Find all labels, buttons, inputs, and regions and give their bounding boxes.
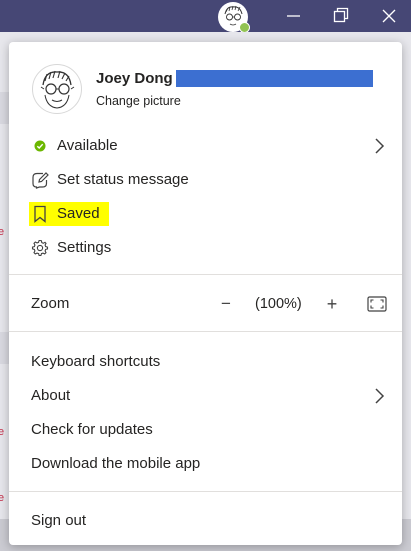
redaction-bar (176, 70, 373, 87)
close-button[interactable] (379, 6, 399, 26)
gear-icon (31, 239, 49, 257)
zoom-in-button[interactable]: + (321, 293, 343, 315)
close-icon (382, 9, 396, 23)
background-text-fragment: e (0, 426, 5, 438)
minimize-button[interactable] (284, 6, 304, 26)
check-for-updates-label: Check for updates (31, 421, 153, 438)
zoom-row: Zoom − (100%) + (9, 289, 402, 319)
chevron-right-icon (372, 387, 386, 405)
profile-picture[interactable] (32, 64, 82, 114)
menu-divider (9, 331, 402, 332)
keyboard-shortcuts-row[interactable]: Keyboard shortcuts (9, 347, 402, 377)
sign-out-row[interactable]: Sign out (9, 506, 402, 536)
available-status-icon (31, 137, 49, 155)
keyboard-shortcuts-label: Keyboard shortcuts (31, 353, 161, 370)
download-mobile-app-row[interactable]: Download the mobile app (9, 449, 402, 479)
fit-to-window-button[interactable] (365, 293, 389, 315)
about-label: About (31, 387, 71, 404)
set-status-message-row[interactable]: Set status message (9, 165, 402, 195)
zoom-level: (100%) (255, 296, 302, 312)
fit-to-window-icon (367, 296, 387, 312)
settings-row[interactable]: Settings (9, 233, 402, 263)
about-row[interactable]: About (9, 381, 402, 411)
menu-divider (9, 274, 402, 275)
zoom-label: Zoom (31, 295, 70, 312)
profile-menu: Joey Dong Change picture Available Set s… (9, 42, 402, 545)
saved-row[interactable]: Saved (9, 199, 402, 229)
check-for-updates-row[interactable]: Check for updates (9, 415, 402, 445)
profile-avatar-button[interactable] (218, 2, 250, 33)
change-picture-link[interactable]: Change picture (96, 94, 181, 108)
avatar-sketch-icon (40, 70, 75, 109)
download-mobile-app-label: Download the mobile app (31, 455, 201, 472)
sign-out-label: Sign out (31, 512, 87, 529)
profile-name: Joey Dong (96, 70, 173, 87)
menu-divider (9, 491, 402, 492)
maximize-icon (333, 7, 349, 23)
zoom-out-button[interactable]: − (215, 293, 237, 315)
title-bar (0, 0, 411, 33)
background-text-fragment: e (0, 226, 5, 238)
chevron-right-icon (372, 137, 386, 155)
edit-status-icon (31, 171, 49, 189)
maximize-button[interactable] (331, 6, 351, 26)
status-available-row[interactable]: Available (9, 131, 402, 161)
bookmark-icon (31, 205, 49, 223)
background-text-fragment: e (0, 492, 5, 504)
set-status-message-label: Set status message (57, 171, 189, 188)
status-available-label: Available (57, 137, 118, 154)
saved-label: Saved (57, 205, 100, 222)
settings-label: Settings (57, 239, 112, 256)
minimize-icon (287, 15, 300, 17)
